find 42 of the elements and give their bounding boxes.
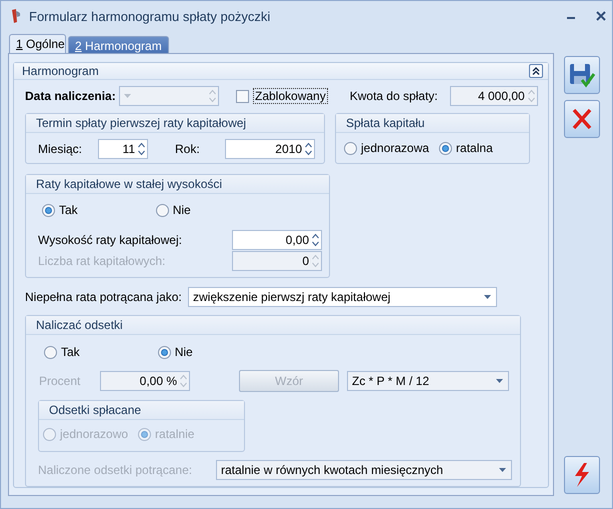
tab[interactable]: 1 Ogólne [9, 34, 66, 53]
dropdown-field[interactable]: zwiększenie pierwszj raty kapitałowej [188, 287, 497, 307]
group-title: Raty kapitałowe w stałej wysokości [36, 177, 222, 191]
field-label: Procent [39, 374, 82, 388]
group-title: Termin spłaty pierwszej raty kapitałowej [36, 116, 246, 130]
group-title: Odsetki spłacane [49, 403, 142, 417]
field-label: Wysokość raty kapitałowej: [38, 233, 183, 247]
radio-button[interactable]: Tak [42, 203, 78, 217]
radio-button[interactable]: Nie [156, 203, 191, 217]
group-title: Spłata kapitału [346, 116, 425, 130]
number-field[interactable]: 4 000,00 [450, 86, 538, 106]
radio-button[interactable]: ratalna [439, 141, 493, 155]
double-chevron-up-icon [532, 67, 540, 75]
field-label: Miesiąc: [38, 142, 84, 156]
radio-button[interactable]: jednorazowa [344, 141, 430, 155]
app-icon [9, 8, 23, 24]
window-title: Formularz harmonogramu spłaty pożyczki [29, 8, 272, 24]
cancel-button[interactable] [564, 100, 600, 138]
cancel-icon [570, 107, 594, 131]
field-label: Liczba rat kapitałowych: [38, 254, 166, 268]
field-label: Data naliczenia: [25, 89, 117, 103]
radio-button[interactable]: Nie [158, 345, 193, 359]
number-field[interactable]: 0,00 [232, 230, 322, 250]
field-label: Rok: [175, 142, 201, 156]
tab[interactable]: 2 Harmonogram [68, 36, 169, 53]
year-field[interactable]: 2010 [225, 139, 315, 159]
spin-arrows-icon[interactable] [305, 142, 312, 156]
action-button[interactable] [564, 456, 600, 494]
spin-arrows-icon[interactable] [312, 233, 319, 247]
collapse-button[interactable] [529, 64, 543, 78]
floppy-disk-icon [568, 61, 596, 89]
save-button[interactable] [564, 56, 600, 94]
month-field[interactable]: 11 [98, 139, 148, 159]
group-title: Naliczać odsetki [36, 318, 123, 332]
panel-title: Harmonogram [22, 64, 99, 78]
radio-button[interactable]: Tak [44, 345, 80, 359]
field-label: Niepełna rata potrącana jako: [25, 290, 183, 304]
close-icon[interactable] [596, 11, 606, 21]
dropdown-arrow-icon[interactable] [484, 295, 491, 299]
field-label: Naliczone odsetki potrącane: [38, 463, 194, 477]
spin-arrows-icon[interactable] [138, 142, 145, 156]
field-label: Kwota do spłaty: [350, 89, 439, 103]
